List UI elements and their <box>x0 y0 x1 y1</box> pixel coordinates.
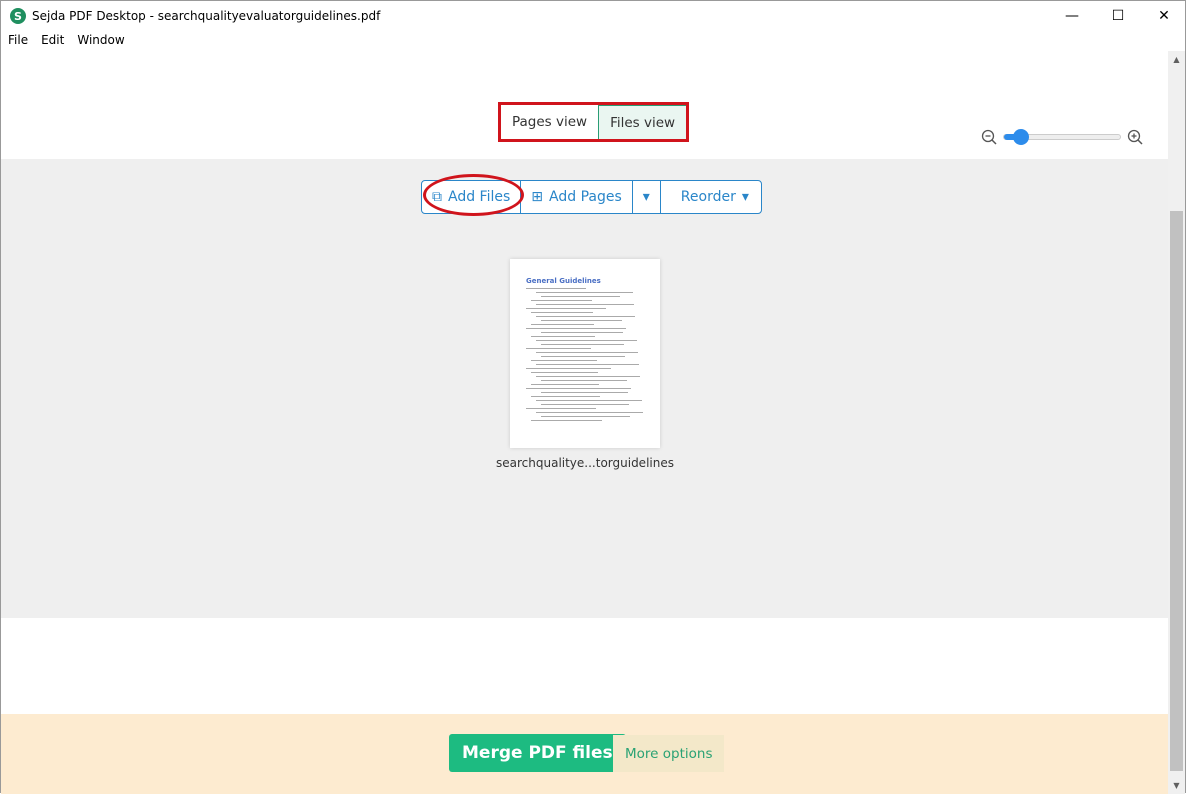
toc-line <box>541 332 623 333</box>
toc-line <box>536 352 638 353</box>
toc-line <box>536 364 639 365</box>
add-pages-dropdown[interactable]: ▾ <box>633 181 661 213</box>
file-thumbnail[interactable]: General Guidelines <box>510 259 660 448</box>
reorder-button[interactable]: Reorder ▾ <box>661 181 761 213</box>
toc-line <box>541 392 628 393</box>
toc-line <box>541 416 630 417</box>
menu-file[interactable]: File <box>8 33 28 47</box>
menu-window[interactable]: Window <box>77 33 124 47</box>
toc-line <box>531 360 597 361</box>
toc-line <box>536 340 637 341</box>
toc-line <box>526 388 631 389</box>
scroll-down-icon[interactable]: ▼ <box>1168 781 1185 790</box>
toc-line <box>536 292 633 293</box>
toc-line <box>541 380 627 381</box>
window-title: Sejda PDF Desktop - searchqualityevaluat… <box>32 9 381 23</box>
pages-view-tab[interactable]: Pages view <box>501 105 598 139</box>
add-page-icon: ⊞ <box>531 189 544 205</box>
toc-line <box>531 324 594 325</box>
scrollbar-thumb[interactable] <box>1170 211 1183 771</box>
toc-line <box>526 308 606 309</box>
toc-line <box>526 408 596 409</box>
highlight-ellipse <box>423 174 524 216</box>
thumbnail-title: General Guidelines <box>526 277 601 285</box>
toc-line <box>541 296 620 297</box>
maximize-button[interactable]: ☐ <box>1095 1 1141 31</box>
toc-line <box>531 372 598 373</box>
toc-line <box>536 304 634 305</box>
toc-line <box>536 316 635 317</box>
sejda-logo-icon: S <box>10 8 26 24</box>
minimize-button[interactable]: — <box>1049 1 1095 31</box>
more-options-button[interactable]: More options <box>613 735 725 772</box>
close-button[interactable]: ✕ <box>1141 1 1186 31</box>
toc-line <box>531 384 599 385</box>
files-view-tab[interactable]: Files view <box>598 105 687 139</box>
title-bar: S Sejda PDF Desktop - searchqualityevalu… <box>1 1 1186 31</box>
reorder-label: Reorder <box>680 189 736 205</box>
add-pages-label: Add Pages <box>549 189 622 205</box>
zoom-in-icon[interactable] <box>1127 129 1143 145</box>
menu-edit[interactable]: Edit <box>41 33 64 47</box>
toc-line <box>541 404 629 405</box>
toc-line <box>536 412 643 413</box>
toc-line <box>526 288 586 289</box>
zoom-out-icon[interactable] <box>981 129 997 145</box>
view-toggle: Pages view Files view <box>497 102 690 142</box>
toc-line <box>536 376 640 377</box>
toc-line <box>531 420 602 421</box>
toc-line <box>531 312 593 313</box>
toc-line <box>536 400 642 401</box>
zoom-slider[interactable] <box>1003 129 1121 145</box>
scrollbar[interactable]: ▲ ▼ <box>1168 51 1185 794</box>
add-pages-button[interactable]: ⊞ Add Pages <box>521 181 633 213</box>
toc-line <box>526 368 611 369</box>
zoom-control <box>981 129 1143 145</box>
caret-down-icon: ▾ <box>741 189 749 205</box>
file-name: searchqualitye...torguidelines <box>496 456 674 470</box>
menu-bar: File Edit Window <box>8 33 125 47</box>
toc-line <box>526 348 591 349</box>
toc-line <box>531 300 592 301</box>
merge-pdf-button[interactable]: Merge PDF files <box>449 734 626 772</box>
scroll-up-icon[interactable]: ▲ <box>1168 55 1185 64</box>
toc-line <box>541 320 622 321</box>
toc-line <box>526 328 626 329</box>
toc-line <box>531 396 600 397</box>
caret-down-icon: ▾ <box>642 189 650 205</box>
toc-line <box>531 336 595 337</box>
toc-line <box>541 344 624 345</box>
toc-line <box>541 356 625 357</box>
